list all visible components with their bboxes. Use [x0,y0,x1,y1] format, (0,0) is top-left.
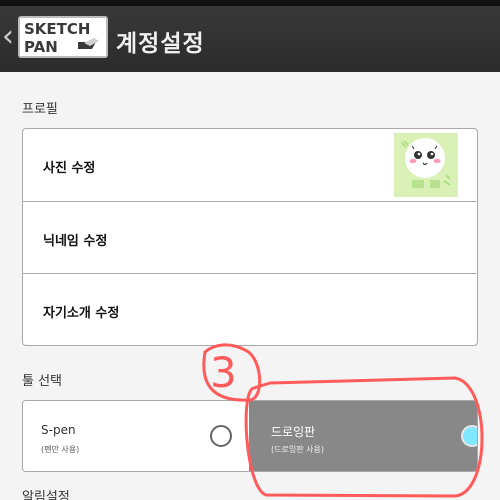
edit-introduction-row[interactable]: 자기소개 수정 [23,273,476,345]
logo-text-line2: PAN [24,38,58,56]
spen-radio[interactable] [210,425,232,447]
drawing-tablet-option-name: 드로잉판 [271,425,316,439]
status-bar [0,0,500,6]
edit-nickname-label: 닉네임 수정 [43,234,108,249]
edit-introduction-label: 자기소개 수정 [43,306,120,321]
chevron-left-icon[interactable]: ‹ [2,22,18,56]
header-bar: ‹ SKETCH PAN 계정설정 [0,0,500,72]
annotation-number: 3 [210,348,237,397]
notification-section-label: 알림설정 [22,490,70,500]
edit-photo-label: 사진 수정 [43,161,96,176]
drawing-tablet-option-subtext: (드로잉판 사용) [271,445,324,454]
annotation-circle [202,343,262,402]
spen-option[interactable]: S-pen (펜만 사용) [23,401,249,471]
drawing-tablet-radio-selected[interactable] [461,425,477,447]
drawing-tablet-option[interactable]: 드로잉판 (드로잉판 사용) [249,401,477,471]
avatar[interactable] [394,133,458,197]
edit-nickname-row[interactable]: 닉네임 수정 [23,201,476,273]
page-title: 계정설정 [116,31,205,57]
profile-card: 사진 수정 닉네임 수정 자기소개 수정 [22,128,478,346]
spen-option-subtext: (펜만 사용) [41,445,80,454]
account-settings-screen: ‹ SKETCH PAN 계정설정 프로필 사진 수정 닉네임 수정 자기소개 … [0,0,500,500]
spen-option-name: S-pen [41,423,76,437]
app-logo: SKETCH PAN [18,16,108,58]
avatar-illustration [394,133,458,197]
logo-text-line1: SKETCH [24,20,90,38]
logo-graphic: SKETCH PAN [20,18,106,56]
edit-photo-row[interactable]: 사진 수정 [23,129,476,201]
profile-section-label: 프로필 [22,102,58,117]
tool-selector: S-pen (펜만 사용) 드로잉판 (드로잉판 사용) [22,400,478,472]
tool-section-label: 툴 선택 [22,374,63,389]
